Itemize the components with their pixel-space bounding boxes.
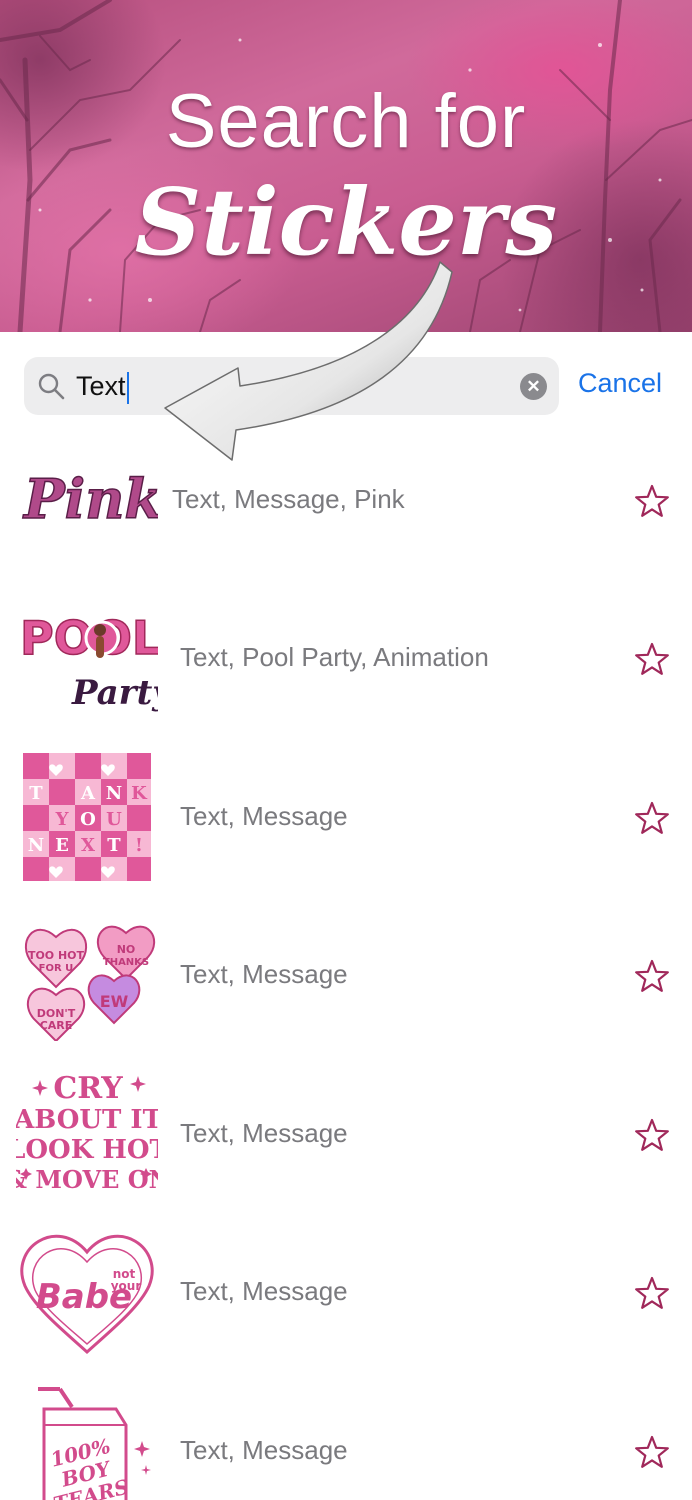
svg-text:T: T [29, 783, 43, 804]
hero-banner: Search for Stickers [0, 0, 692, 332]
result-label: Text, Message, Pink [172, 484, 405, 514]
sticker-thank-you-next-thumbnail: THANK YOU N E X T! [23, 752, 151, 881]
svg-text:N: N [28, 835, 44, 856]
star-outline-icon[interactable] [634, 959, 670, 993]
sticker-candy-hearts-thumbnail: TOO HOT FOR U NO THANKS DON'T CARE EW [24, 925, 155, 1042]
search-input[interactable]: Text [76, 369, 129, 404]
svg-text:CARE: CARE [40, 1019, 73, 1032]
result-label: Text, Message [180, 1117, 348, 1148]
list-item[interactable]: POOL Party Text, Pool Party, Animation [0, 578, 692, 737]
sticker-boy-tears-thumbnail: 100% BOY TEARS [38, 1386, 151, 1500]
search-input-text: Text [76, 371, 126, 401]
star-outline-icon[interactable] [634, 484, 670, 518]
result-label: Text, Message [180, 800, 348, 831]
svg-text:your: your [111, 1279, 142, 1293]
sticker-not-your-babe-thumbnail: Babe not your [20, 1235, 154, 1355]
star-outline-icon[interactable] [634, 1118, 670, 1152]
list-item[interactable]: THANK YOU N E X T! Text, Message [0, 737, 692, 896]
svg-text:ABOUT IT: ABOUT IT [16, 1105, 158, 1135]
star-outline-icon[interactable] [634, 801, 670, 835]
sticker-text: Pink [22, 467, 158, 531]
svg-text:T: T [107, 835, 121, 856]
cancel-button[interactable]: Cancel [578, 368, 662, 399]
sticker-pool-party-thumbnail: POOL Party [19, 610, 158, 713]
svg-text:EW: EW [100, 992, 129, 1011]
list-item[interactable]: Babe not your Text, Message [0, 1212, 692, 1371]
star-outline-icon[interactable] [634, 642, 670, 676]
sticker-pink-thumbnail: Pink [21, 466, 158, 532]
svg-text:LOOK HOT: LOOK HOT [16, 1135, 158, 1165]
results-list: Pink Text, Message, Pink POOL Party Text… [0, 420, 692, 1500]
svg-text:& MOVE ON: & MOVE ON [16, 1165, 158, 1194]
hero-title-stickers: Stickers [134, 168, 558, 276]
svg-text:E: E [55, 835, 69, 856]
star-outline-icon[interactable] [634, 1435, 670, 1469]
result-label: Text, Message [180, 1276, 348, 1307]
svg-text:O: O [80, 809, 96, 830]
svg-text:TOO HOT: TOO HOT [28, 949, 85, 962]
svg-text:CRY: CRY [53, 1071, 123, 1106]
svg-text:U: U [106, 809, 122, 830]
list-item[interactable]: TOO HOT FOR U NO THANKS DON'T CARE EW Te… [0, 895, 692, 1054]
text-caret [126, 371, 129, 404]
search-icon [38, 373, 65, 400]
svg-text:FOR U: FOR U [39, 963, 74, 974]
svg-text:X: X [81, 835, 95, 856]
list-item[interactable]: 100% BOY TEARS Text, Message [0, 1371, 692, 1500]
svg-text:Y: Y [55, 809, 70, 830]
svg-text:A: A [80, 783, 96, 804]
sticker-cry-about-it-thumbnail: CRY ABOUT IT LOOK HOT & MOVE ON [16, 1071, 158, 1194]
search-field[interactable]: Text ✕ [24, 357, 559, 415]
svg-text:Party: Party [71, 673, 158, 713]
svg-text:NO: NO [117, 943, 136, 956]
result-label: Text, Message [180, 1434, 348, 1465]
result-label: Text, Pool Party, Animation [180, 642, 489, 672]
star-outline-icon[interactable] [634, 1276, 670, 1310]
clear-search-button[interactable]: ✕ [520, 373, 547, 400]
svg-text:THANKS: THANKS [103, 957, 149, 968]
forest-background [0, 0, 692, 332]
svg-text:K: K [131, 783, 148, 804]
hero-title-search-for: Search for [165, 79, 527, 164]
svg-text:H: H [53, 783, 70, 804]
list-item[interactable]: CRY ABOUT IT LOOK HOT & MOVE ON Text, Me… [0, 1054, 692, 1213]
svg-text:!: ! [135, 835, 143, 856]
result-label: Text, Message [180, 959, 348, 990]
svg-text:N: N [106, 783, 122, 804]
